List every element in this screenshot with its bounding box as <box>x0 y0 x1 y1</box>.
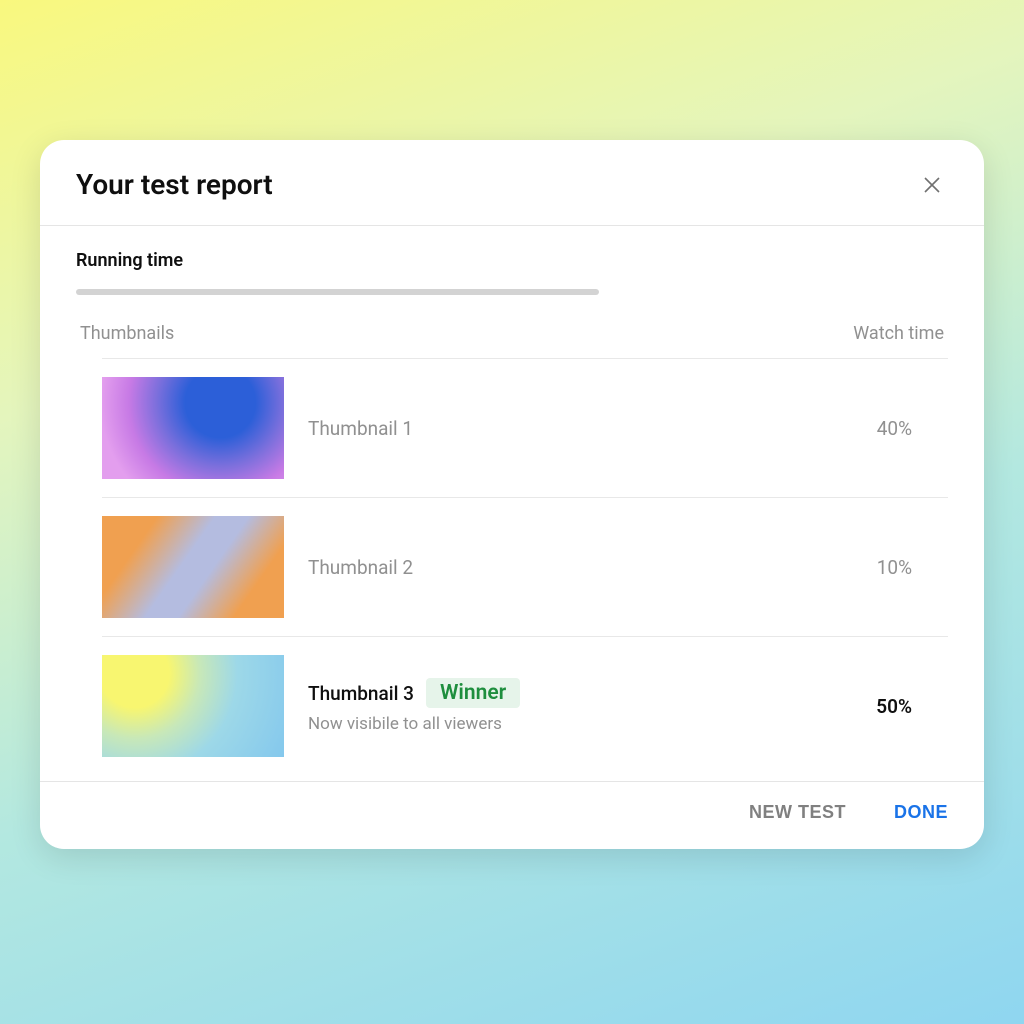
new-test-button[interactable]: NEW TEST <box>749 802 846 823</box>
watch-time-value: 50% <box>858 695 948 718</box>
running-time-label: Running time <box>76 250 948 271</box>
watch-time-value: 10% <box>858 556 948 579</box>
dialog-body: Running time Thumbnails Watch time Thumb… <box>40 226 984 775</box>
thumbnail-preview-3 <box>102 655 284 757</box>
table-header: Thumbnails Watch time <box>76 323 948 358</box>
dialog-footer: NEW TEST DONE <box>40 781 984 849</box>
column-watch-time: Watch time <box>853 323 944 344</box>
winner-badge: Winner <box>426 678 520 708</box>
thumbnail-preview-2 <box>102 516 284 618</box>
dialog-header: Your test report <box>40 140 984 226</box>
thumbnail-label: Thumbnail 3 <box>308 682 414 705</box>
close-button[interactable] <box>916 169 948 201</box>
row-content: Thumbnail 3 Winner Now visibile to all v… <box>308 678 858 734</box>
thumbnail-label: Thumbnail 1 <box>308 417 413 440</box>
table-row: Thumbnail 1 40% <box>102 358 948 497</box>
table-row: Thumbnail 2 10% <box>102 497 948 636</box>
column-thumbnails: Thumbnails <box>80 323 174 344</box>
running-time-progress <box>76 289 599 295</box>
thumbnails-table: Thumbnail 1 40% Thumbnail 2 10% <box>102 358 948 775</box>
dialog-title: Your test report <box>76 168 273 201</box>
test-report-dialog: Your test report Running time Thumbnails… <box>40 140 984 849</box>
row-content: Thumbnail 2 <box>308 556 858 579</box>
close-icon <box>920 173 944 197</box>
thumbnail-label: Thumbnail 2 <box>308 556 413 579</box>
row-content: Thumbnail 1 <box>308 417 858 440</box>
done-button[interactable]: DONE <box>894 802 948 823</box>
table-row: Thumbnail 3 Winner Now visibile to all v… <box>102 636 948 775</box>
thumbnail-preview-1 <box>102 377 284 479</box>
thumbnail-subtext: Now visibile to all viewers <box>308 714 858 734</box>
watch-time-value: 40% <box>858 417 948 440</box>
